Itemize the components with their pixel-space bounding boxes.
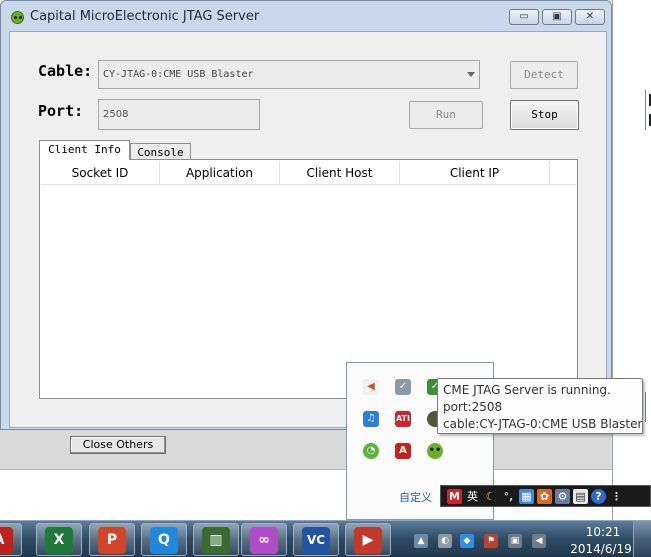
soft-keyboard-icon[interactable]: ▦	[519, 488, 534, 504]
qq-icon: Q	[150, 527, 178, 554]
cable-label: Cable:	[38, 62, 93, 80]
taskbar-app-powerpoint[interactable]: P	[89, 523, 135, 556]
client-area: Cable: CY-JTAG-0:CME USB Blaster Detect …	[9, 31, 607, 428]
terminal-icon: ▥	[202, 527, 230, 554]
chevron-down-icon[interactable]	[467, 72, 475, 77]
taskbar-app-terminal[interactable]: ▥	[193, 523, 239, 556]
column-header-application[interactable]: Application	[160, 161, 280, 185]
tooltip-port-line: port:2508	[443, 400, 503, 414]
cable-select-value: CY-JTAG-0:CME USB Blaster	[103, 69, 254, 80]
ime-logo-icon[interactable]: M	[447, 488, 462, 504]
taskbar-app-visual-studio[interactable]: ∞	[241, 523, 287, 556]
acrobat-icon: A	[0, 527, 13, 554]
system-tray: ▲ ◐ ◆ ⚑ ▣ ◀ 10:21 2014/6/19	[410, 521, 651, 557]
app-logo-icon	[11, 11, 24, 24]
column-header-filler	[550, 161, 576, 185]
port-input[interactable]: 2508	[98, 99, 260, 130]
stop-button[interactable]: Stop	[510, 100, 579, 130]
speaker-icon[interactable]: ◀	[363, 379, 379, 395]
tab-client-info[interactable]: Client Info	[39, 140, 130, 160]
client-info-panel: Socket ID Application Client Host Client…	[39, 159, 578, 399]
background-scroll-line	[645, 392, 646, 422]
excel-icon: X	[45, 527, 73, 554]
ime-mode-toggle[interactable]: 英	[465, 489, 480, 504]
client-table-header: Socket ID Application Client Host Client…	[41, 161, 576, 185]
taskbar-app-excel[interactable]: X	[36, 523, 82, 556]
taskbar: A X P Q ▥ ∞ VC ▶ ▲ ◐ ◆ ⚑ ▣ ◀ 10:21 2014/…	[0, 520, 651, 557]
security-check-icon[interactable]: ✓	[395, 379, 411, 395]
run-button[interactable]: Run	[409, 101, 483, 129]
jtag-server-tooltip: CME JTAG Server is running. port:2508 ca…	[437, 378, 643, 434]
close-button[interactable]: ✕	[575, 9, 605, 25]
qq-pinyin-icon[interactable]: ♫	[363, 411, 379, 427]
tray-expand-icon[interactable]: ▲	[414, 534, 428, 548]
acrobat-tray-icon[interactable]: A	[395, 443, 411, 459]
vnc-icon: VC	[302, 527, 330, 554]
network-tray-icon[interactable]: ▣	[508, 534, 522, 548]
visual-studio-icon: ∞	[250, 527, 278, 554]
column-header-socket-id[interactable]: Socket ID	[41, 161, 160, 185]
column-header-client-host[interactable]: Client Host	[280, 161, 400, 185]
taskbar-app-vnc[interactable]: VC	[293, 523, 339, 556]
title-bar[interactable]: Capital MicroElectronic JTAG Server ▭ ▣ …	[1, 1, 611, 31]
close-others-button[interactable]: Close Others	[70, 436, 166, 454]
sync-icon[interactable]: ◐	[438, 534, 452, 548]
ati-icon[interactable]: ATI	[395, 411, 411, 427]
show-desktop-button[interactable]	[633, 521, 651, 557]
detect-button[interactable]: Detect	[510, 61, 578, 89]
minimize-button[interactable]: ▭	[509, 9, 539, 25]
half-width-icon[interactable]: ☾	[483, 489, 498, 504]
maximize-button[interactable]: ▣	[542, 9, 572, 25]
taskbar-app-acrobat[interactable]: A	[0, 523, 22, 556]
skin-icon[interactable]: ✿	[537, 488, 552, 504]
tools-icon[interactable]: ⚙	[555, 488, 570, 504]
window-title: Capital MicroElectronic JTAG Server	[30, 9, 260, 24]
clock-date[interactable]: 2014/6/19	[562, 542, 640, 556]
ime-menu-icon[interactable]: ⋮	[609, 489, 624, 504]
flag-icon[interactable]: ⚑	[484, 534, 498, 548]
presentation-icon: ▶	[354, 527, 382, 554]
clock-time[interactable]: 10:21	[578, 525, 628, 539]
port-label: Port:	[38, 102, 84, 120]
tooltip-status-line: CME JTAG Server is running.	[443, 383, 611, 397]
taskbar-app-qq[interactable]: Q	[141, 523, 187, 556]
column-header-client-ip[interactable]: Client IP	[400, 161, 550, 185]
volume-icon[interactable]: ◀	[532, 534, 546, 548]
customize-link[interactable]: 自定义	[399, 489, 432, 505]
background-window-strip	[612, 0, 651, 520]
jtag-server-tray-icon[interactable]: ••	[427, 443, 443, 459]
help-icon[interactable]: ?	[591, 488, 606, 504]
powerpoint-icon: P	[98, 527, 126, 554]
cloud-icon[interactable]: ◆	[460, 534, 474, 548]
jtag-server-window: Capital MicroElectronic JTAG Server ▭ ▣ …	[0, 0, 612, 430]
cable-select[interactable]: CY-JTAG-0:CME USB Blaster	[98, 60, 480, 89]
dictionary-icon[interactable]: ▤	[573, 488, 588, 504]
ime-toolbar: M 英 ☾ °, ▦ ✿ ⚙ ▤ ? ⋮	[440, 485, 651, 507]
background-scroll-line	[645, 90, 646, 130]
punctuation-icon[interactable]: °,	[501, 489, 516, 504]
taskbar-app-presentation[interactable]: ▶	[345, 523, 391, 556]
tooltip-cable-line: cable:CY-JTAG-0:CME USB Blaster	[443, 417, 643, 431]
wechat-icon[interactable]: ◔	[363, 443, 379, 459]
